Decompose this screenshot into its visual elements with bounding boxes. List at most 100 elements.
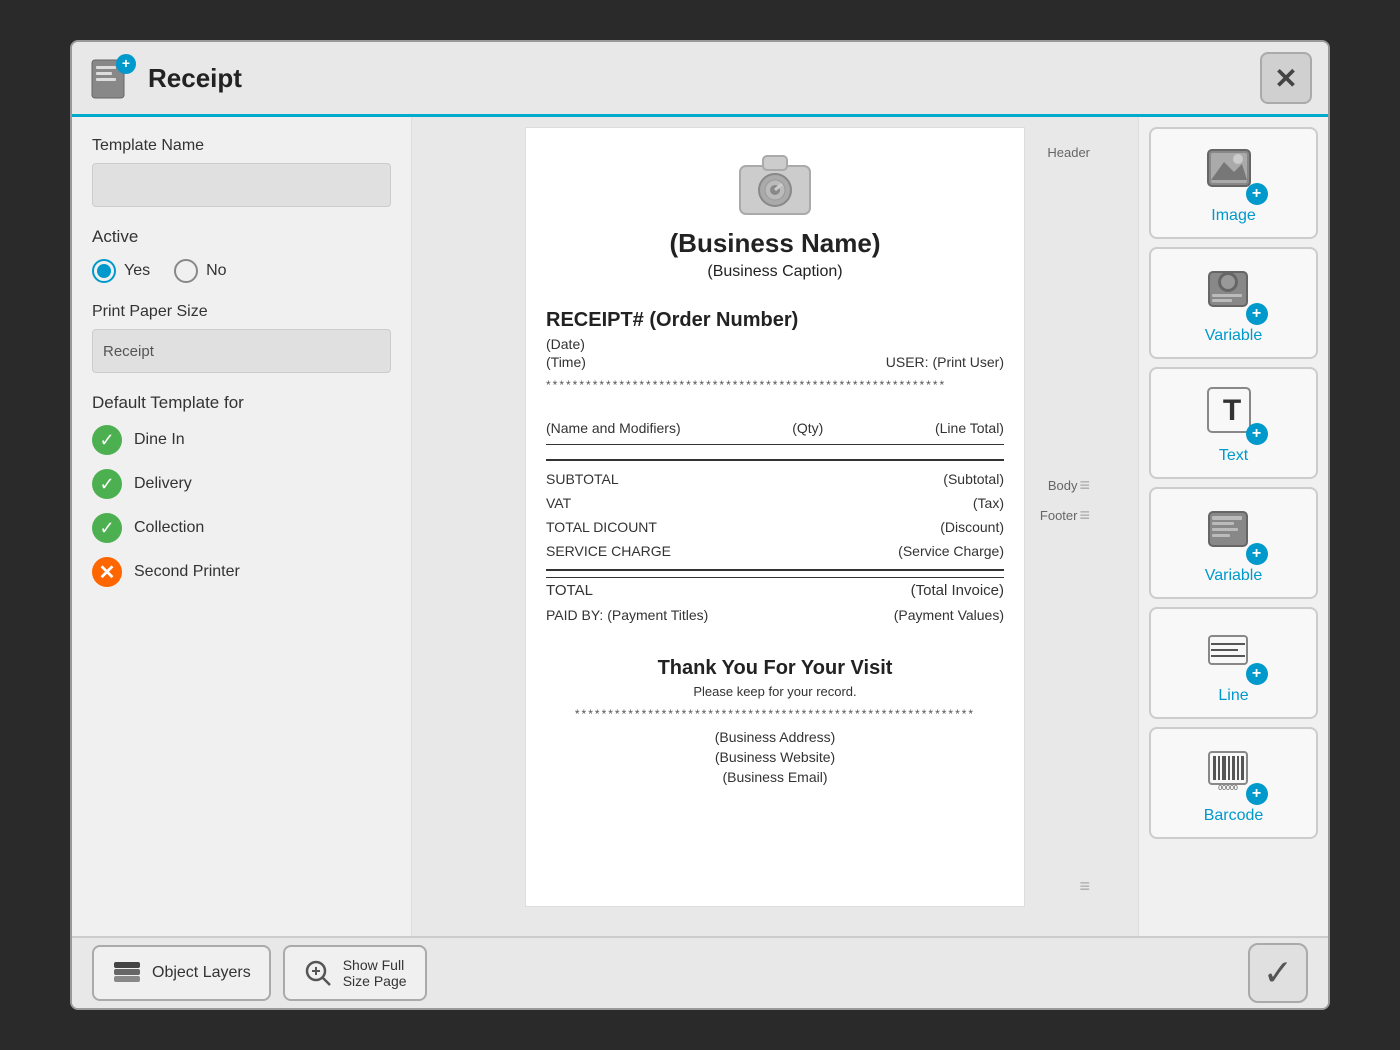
footer-handle-icon: ≡	[1079, 505, 1090, 526]
window-title: Receipt	[148, 63, 242, 94]
receipt-date: (Date)	[546, 336, 1004, 352]
header-section-label: Header	[1047, 145, 1090, 160]
receipt-body-top: RECEIPT# (Order Number) (Date) (Time) US…	[546, 297, 1004, 412]
image-tool-button[interactable]: + Image	[1149, 127, 1318, 239]
app-window: + Receipt ✕ Template Name Active Yes	[70, 40, 1330, 1010]
subtotal-row: SUBTOTAL (Subtotal)	[546, 467, 1004, 491]
receipt-bottom: (Business Address) (Business Website) (B…	[546, 729, 1004, 785]
radio-yes-fill	[97, 264, 111, 278]
vat-row: VAT (Tax)	[546, 491, 1004, 515]
radio-no-label: No	[206, 262, 226, 280]
business-address: (Business Address)	[546, 729, 1004, 745]
print-paper-size-select[interactable]: Receipt	[92, 329, 391, 373]
checkbox-delivery[interactable]: ✓ Delivery	[92, 469, 391, 499]
receipt-preview: (Business Name) (Business Caption) RECEI…	[525, 127, 1025, 907]
check-second-printer-icon: ✕	[92, 557, 122, 587]
barcode-tool-label: Barcode	[1204, 807, 1264, 825]
keep-record: Please keep for your record.	[546, 684, 1004, 699]
main-content: Template Name Active Yes No Print Paper …	[72, 117, 1328, 936]
radio-yes[interactable]: Yes	[92, 259, 150, 283]
active-radio-group: Yes No	[92, 259, 391, 283]
object-layers-button[interactable]: Object Layers	[92, 945, 271, 1001]
text-plus-badge: +	[1246, 423, 1268, 445]
zoom-icon	[303, 958, 333, 988]
svg-text:00000: 00000	[1218, 785, 1238, 792]
variable-bottom-tool-label: Variable	[1205, 567, 1263, 585]
title-bar: + Receipt ✕	[72, 42, 1328, 117]
vat-value: (Tax)	[973, 495, 1004, 511]
show-full-size-button[interactable]: Show Full Size Page	[283, 945, 427, 1001]
radio-no[interactable]: No	[174, 259, 226, 283]
checkbox-list: ✓ Dine In ✓ Delivery ✓ Collection ✕ Seco…	[92, 425, 391, 587]
paid-by-row: PAID BY: (Payment Titles) (Payment Value…	[546, 603, 1004, 627]
receipt-user-row: (Time) USER: (Print User)	[546, 354, 1004, 370]
camera-icon	[735, 148, 815, 218]
center-panel: Header Body ≡ Footer ≡ ≡	[412, 117, 1138, 936]
vat-label: VAT	[546, 495, 571, 511]
footer-section-label: Footer ≡	[1040, 505, 1090, 526]
business-caption: (Business Caption)	[546, 263, 1004, 281]
service-charge-row: SERVICE CHARGE (Service Charge)	[546, 539, 1004, 563]
text-tool-icon: T +	[1204, 381, 1264, 441]
check-delivery-icon: ✓	[92, 469, 122, 499]
thank-you-section: Thank You For Your Visit Please keep for…	[546, 647, 1004, 721]
template-name-input[interactable]	[92, 163, 391, 207]
barcode-tool-button[interactable]: 00000 + Barcode	[1149, 727, 1318, 839]
discount-value: (Discount)	[940, 519, 1004, 535]
receipt-wrapper: Header Body ≡ Footer ≡ ≡	[515, 127, 1035, 907]
check-delivery-label: Delivery	[134, 475, 192, 493]
service-charge-label: SERVICE CHARGE	[546, 543, 671, 559]
svg-text:T: T	[1223, 394, 1241, 427]
receipt-icon: +	[88, 54, 136, 102]
variable-bottom-tool-icon: +	[1204, 501, 1264, 561]
subtotal-value: (Subtotal)	[943, 471, 1004, 487]
paid-by-value: (Payment Values)	[894, 607, 1004, 623]
active-label: Active	[92, 227, 391, 247]
total-label: TOTAL	[546, 582, 593, 599]
checkbox-dine-in[interactable]: ✓ Dine In	[92, 425, 391, 455]
bottom-bar: Object Layers Show Full Size Page ✓	[72, 936, 1328, 1008]
object-layers-label: Object Layers	[152, 964, 251, 982]
variable-top-tool-button[interactable]: + Variable	[1149, 247, 1318, 359]
radio-yes-indicator	[92, 259, 116, 283]
title-left: + Receipt	[88, 54, 242, 102]
divider-line-2	[546, 569, 1004, 571]
radio-yes-label: Yes	[124, 262, 150, 280]
bottom-handle-icon: ≡	[1079, 876, 1090, 897]
variable-top-plus-badge: +	[1246, 303, 1268, 325]
business-name: (Business Name)	[546, 228, 1004, 259]
default-template-label: Default Template for	[92, 393, 391, 413]
bottom-left: Object Layers Show Full Size Page	[92, 945, 427, 1001]
barcode-plus-badge: +	[1246, 783, 1268, 805]
close-button[interactable]: ✕	[1260, 52, 1312, 104]
body-section-label: Body ≡	[1048, 475, 1090, 496]
thank-you-text: Thank You For Your Visit	[546, 657, 1004, 680]
col-line-total: (Line Total)	[935, 420, 1004, 436]
line-tool-label: Line	[1218, 687, 1248, 705]
discount-row: TOTAL DICOUNT (Discount)	[546, 515, 1004, 539]
line-plus-badge: +	[1246, 663, 1268, 685]
body-handle-icon: ≡	[1079, 475, 1090, 496]
divider-dots-2: ****************************************…	[546, 707, 1004, 721]
checkbox-second-printer[interactable]: ✕ Second Printer	[92, 557, 391, 587]
divider-dots-1: ****************************************…	[546, 378, 1004, 392]
confirm-button[interactable]: ✓	[1248, 943, 1308, 1003]
check-dine-in-icon: ✓	[92, 425, 122, 455]
variable-bottom-tool-button[interactable]: + Variable	[1149, 487, 1318, 599]
subtotal-label: SUBTOTAL	[546, 471, 619, 487]
receipt-time: (Time)	[546, 354, 586, 370]
check-second-printer-label: Second Printer	[134, 563, 240, 581]
left-panel: Template Name Active Yes No Print Paper …	[72, 117, 412, 936]
service-charge-value: (Service Charge)	[898, 543, 1004, 559]
text-tool-button[interactable]: T + Text	[1149, 367, 1318, 479]
variable-top-tool-icon: +	[1204, 261, 1264, 321]
line-tool-button[interactable]: + Line	[1149, 607, 1318, 719]
discount-label: TOTAL DICOUNT	[546, 519, 657, 535]
checkbox-collection[interactable]: ✓ Collection	[92, 513, 391, 543]
receipt-columns: (Name and Modifiers) (Qty) (Line Total)	[546, 412, 1004, 445]
receipt-user: USER: (Print User)	[886, 354, 1004, 370]
barcode-tool-icon: 00000 +	[1204, 741, 1264, 801]
paid-by-label: PAID BY: (Payment Titles)	[546, 607, 708, 623]
col-qty: (Qty)	[792, 420, 823, 436]
variable-bottom-plus-badge: +	[1246, 543, 1268, 565]
